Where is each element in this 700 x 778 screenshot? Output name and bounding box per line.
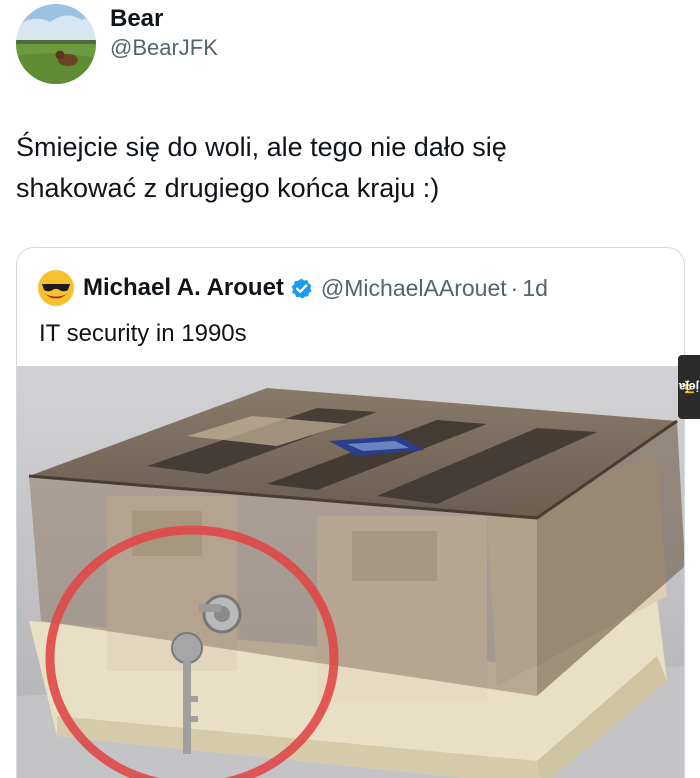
author-handle[interactable]: @BearJFK bbox=[110, 34, 218, 62]
tweet-text: Śmiejcie się do woli, ale tego nie dało … bbox=[16, 132, 507, 203]
quoted-tweet-image[interactable] bbox=[17, 366, 684, 778]
dot-separator: · bbox=[510, 274, 519, 301]
quoted-tweet-header: Michael A. Arouet @MichaelAArouet · 1d bbox=[37, 268, 548, 308]
author-avatar[interactable] bbox=[16, 4, 96, 84]
author-info: Bear @BearJFK bbox=[110, 4, 218, 62]
dog-in-field-icon bbox=[16, 4, 96, 84]
quoted-tweet-card[interactable]: Michael A. Arouet @MichaelAArouet · 1d I… bbox=[16, 247, 685, 778]
watermark-text: jeja .pl bbox=[678, 380, 700, 394]
quoted-timestamp[interactable]: 1d bbox=[522, 275, 548, 302]
tweet-header: Bear @BearJFK bbox=[16, 2, 218, 86]
author-name[interactable]: Bear bbox=[110, 4, 218, 34]
quoted-author-name[interactable]: Michael A. Arouet bbox=[83, 274, 284, 302]
quoted-tweet-text: IT security in 1990s bbox=[39, 320, 247, 347]
verified-badge-icon bbox=[291, 277, 312, 299]
locked-floppy-disk-box-photo bbox=[17, 366, 684, 778]
quoted-author-handle[interactable]: @MichaelAArouet bbox=[321, 275, 507, 302]
jeja-watermark: jeja .pl bbox=[678, 355, 700, 419]
smiley-sunglasses-icon[interactable] bbox=[37, 269, 75, 307]
